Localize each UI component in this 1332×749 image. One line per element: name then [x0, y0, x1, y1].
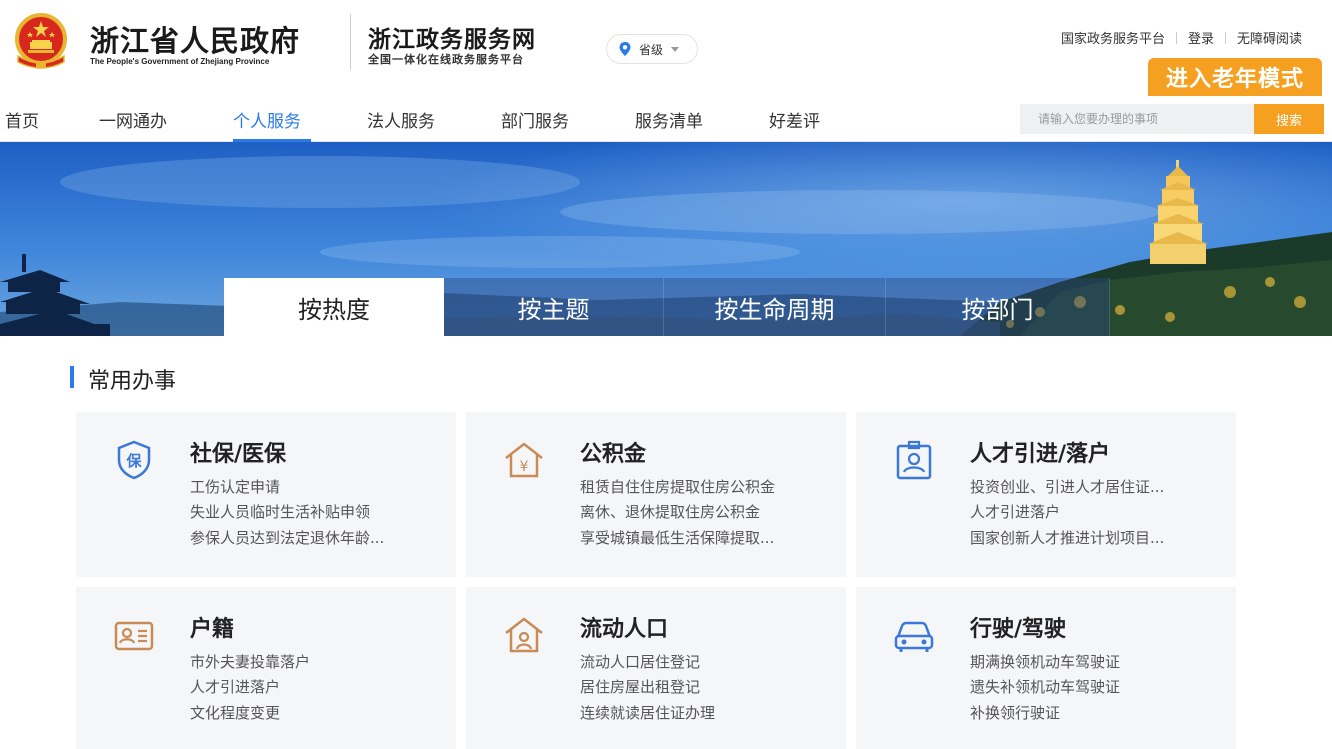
service-link[interactable]: 人才引进落户 [190, 676, 280, 697]
section-title-marker [70, 366, 74, 388]
service-link[interactable]: 租赁自住住房提取住房公积金 [580, 476, 775, 497]
national-platform-link[interactable]: 国家政务服务平台 [1061, 28, 1165, 47]
nav-item-personal[interactable]: 个人服务 [233, 107, 301, 132]
nav-item-department[interactable]: 部门服务 [501, 107, 569, 132]
elder-mode-button[interactable]: 进入老年模式 [1148, 58, 1322, 96]
top-links: 国家政务服务平台 登录 无障碍阅读 [1061, 28, 1302, 47]
tab-by-topic[interactable]: 按主题 [444, 278, 664, 336]
nav-item-home[interactable]: 首页 [5, 107, 39, 132]
region-selector[interactable]: 省级 [606, 34, 698, 64]
house-yuan-icon: ¥ [505, 442, 543, 478]
service-link[interactable]: 连续就读居住证办理 [580, 702, 715, 723]
hero-banner: 按热度 按主题 按生命周期 按部门 [0, 142, 1332, 336]
service-link[interactable]: 参保人员达到法定退休年龄... [190, 527, 384, 548]
chevron-down-icon [671, 46, 680, 52]
service-link[interactable]: 人才引进落户 [970, 501, 1060, 522]
site-subtitle: 全国一体化在线政务服务平台 [368, 53, 524, 66]
service-card-talent[interactable]: 人才引进/落户 投资创业、引进人才居住证... 人才引进落户 国家创新人才推进计… [856, 412, 1236, 577]
gov-title: 浙江省人民政府 [90, 24, 301, 58]
service-link[interactable]: 流动人口居住登记 [580, 651, 700, 672]
card-title: 社保/医保 [190, 442, 287, 467]
service-link[interactable]: 补换领行驶证 [970, 702, 1060, 723]
service-link[interactable]: 居住房屋出租登记 [580, 676, 700, 697]
service-link[interactable]: 工伤认定申请 [190, 476, 280, 497]
svg-text:¥: ¥ [520, 459, 529, 475]
nav-item-corporate[interactable]: 法人服务 [367, 107, 435, 132]
service-card-social-insurance[interactable]: 保 社保/医保 工伤认定申请 失业人员临时生活补贴申领 参保人员达到法定退休年龄… [76, 412, 456, 577]
card-title: 公积金 [580, 442, 647, 467]
service-card-floating-population[interactable]: 流动人口 流动人口居住登记 居住房屋出租登记 连续就读居住证办理 [466, 587, 846, 749]
nav-item-evaluation[interactable]: 好差评 [769, 107, 820, 132]
service-link[interactable]: 市外夫妻投靠落户 [190, 651, 310, 672]
location-pin-icon [619, 42, 631, 56]
service-link[interactable]: 遗失补领机动车驾驶证 [970, 676, 1120, 697]
car-icon [894, 621, 934, 652]
service-link[interactable]: 失业人员临时生活补贴申领 [190, 501, 370, 522]
service-link[interactable]: 国家创新人才推进计划项目... [970, 527, 1164, 548]
shield-bao-icon: 保 [117, 440, 151, 480]
card-title: 流动人口 [580, 617, 669, 642]
link-divider [1224, 31, 1226, 44]
nav-item-one-stop[interactable]: 一网通办 [99, 107, 167, 132]
service-link[interactable]: 投资创业、引进人才居住证... [970, 476, 1164, 497]
search-button[interactable]: 搜索 [1254, 104, 1324, 134]
accessibility-link[interactable]: 无障碍阅读 [1237, 28, 1302, 47]
nav-item-service-list[interactable]: 服务清单 [635, 107, 703, 132]
link-divider [1175, 31, 1177, 44]
service-card-housing-fund[interactable]: ¥ 公积金 租赁自住住房提取住房公积金 离休、退休提取住房公积金 享受城镇最低生… [466, 412, 846, 577]
id-badge-icon [896, 440, 932, 480]
national-emblem-icon[interactable] [10, 10, 72, 72]
service-link[interactable]: 享受城镇最低生活保障提取... [580, 527, 774, 548]
service-link[interactable]: 离休、退休提取住房公积金 [580, 501, 760, 522]
login-link[interactable]: 登录 [1188, 28, 1214, 47]
gov-subtitle: The People's Government of Zhejiang Prov… [90, 57, 270, 66]
house-person-icon [505, 617, 543, 653]
id-card-icon [114, 621, 154, 651]
card-title: 行驶/驾驶 [970, 617, 1067, 642]
page: 浙江省人民政府 The People's Government of Zheji… [0, 0, 1332, 749]
service-card-household-registration[interactable]: 户籍 市外夫妻投靠落户 人才引进落户 文化程度变更 [76, 587, 456, 749]
header: 浙江省人民政府 The People's Government of Zheji… [0, 0, 1332, 96]
card-title: 户籍 [190, 617, 235, 642]
section-title: 常用办事 [88, 369, 177, 394]
tab-by-life-cycle[interactable]: 按生命周期 [664, 278, 886, 336]
site-title[interactable]: 浙江政务服务网 [368, 20, 536, 54]
region-label: 省级 [639, 42, 664, 57]
card-title: 人才引进/落户 [970, 442, 1111, 467]
service-link[interactable]: 期满换领机动车驾驶证 [970, 651, 1120, 672]
tab-by-popularity[interactable]: 按热度 [224, 278, 444, 336]
svg-text:保: 保 [125, 452, 142, 470]
tab-by-department[interactable]: 按部门 [886, 278, 1110, 336]
category-tabs: 按热度 按主题 按生命周期 按部门 [224, 278, 1110, 336]
header-divider [350, 14, 351, 70]
search-input[interactable] [1020, 104, 1254, 134]
service-link[interactable]: 文化程度变更 [190, 702, 280, 723]
service-card-vehicle-driving[interactable]: 行驶/驾驶 期满换领机动车驾驶证 遗失补领机动车驾驶证 补换领行驶证 [856, 587, 1236, 749]
